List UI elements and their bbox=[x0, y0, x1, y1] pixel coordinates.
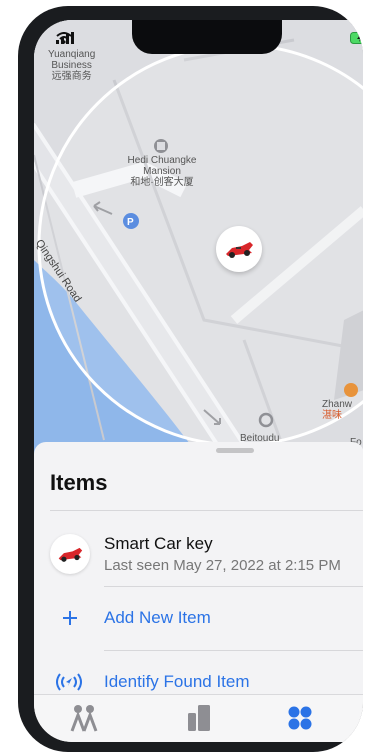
divider bbox=[104, 650, 363, 651]
wifi-icon bbox=[56, 32, 72, 44]
item-row-smart-car-key[interactable]: Smart Car key Last seen May 27, 2022 at … bbox=[34, 520, 363, 586]
divider bbox=[104, 586, 363, 587]
people-icon bbox=[70, 705, 98, 732]
divider bbox=[50, 510, 363, 511]
tab-people[interactable] bbox=[66, 703, 102, 733]
items-icon bbox=[288, 706, 312, 730]
items-sheet[interactable]: Items Smart Car key Last seen May 27, 20… bbox=[34, 442, 363, 694]
battery-charging-icon bbox=[350, 32, 363, 44]
map-label-poi-right: Zhanw 湛味 bbox=[322, 399, 353, 421]
identify-found-item-label: Identify Found Item bbox=[104, 672, 250, 691]
item-name: Smart Car key bbox=[104, 534, 213, 553]
race-car-icon bbox=[58, 547, 83, 562]
add-new-item-button[interactable]: Add New Item bbox=[34, 590, 363, 646]
plus-icon bbox=[58, 606, 82, 630]
phone-frame: P Yuanqiang Business 远强商务 Hedi Chuangke … bbox=[18, 6, 363, 752]
tab-devices[interactable] bbox=[180, 703, 216, 733]
item-last-seen: Last seen May 27, 2022 at 2:15 PM bbox=[104, 557, 341, 574]
map-label-mansion: Hedi Chuangke Mansion 和地·创客大厦 bbox=[127, 155, 197, 188]
race-car-icon bbox=[226, 242, 253, 258]
sheet-grabber[interactable] bbox=[216, 448, 254, 453]
tab-bar bbox=[34, 694, 363, 742]
item-location-pin[interactable] bbox=[216, 226, 262, 272]
screen: P Yuanqiang Business 远强商务 Hedi Chuangke … bbox=[34, 20, 363, 742]
map-view[interactable]: P Yuanqiang Business 远强商务 Hedi Chuangke … bbox=[34, 20, 363, 470]
identify-signal-icon bbox=[54, 670, 82, 694]
svg-text:P: P bbox=[127, 217, 134, 228]
item-avatar bbox=[50, 534, 90, 574]
map-graphic: P bbox=[34, 20, 363, 470]
add-new-item-label: Add New Item bbox=[104, 608, 211, 627]
tab-items[interactable] bbox=[282, 703, 318, 733]
sheet-title: Items bbox=[50, 470, 108, 495]
notch bbox=[132, 20, 282, 54]
devices-icon bbox=[188, 705, 210, 731]
map-label-business: Yuanqiang Business 远强商务 bbox=[48, 49, 96, 82]
